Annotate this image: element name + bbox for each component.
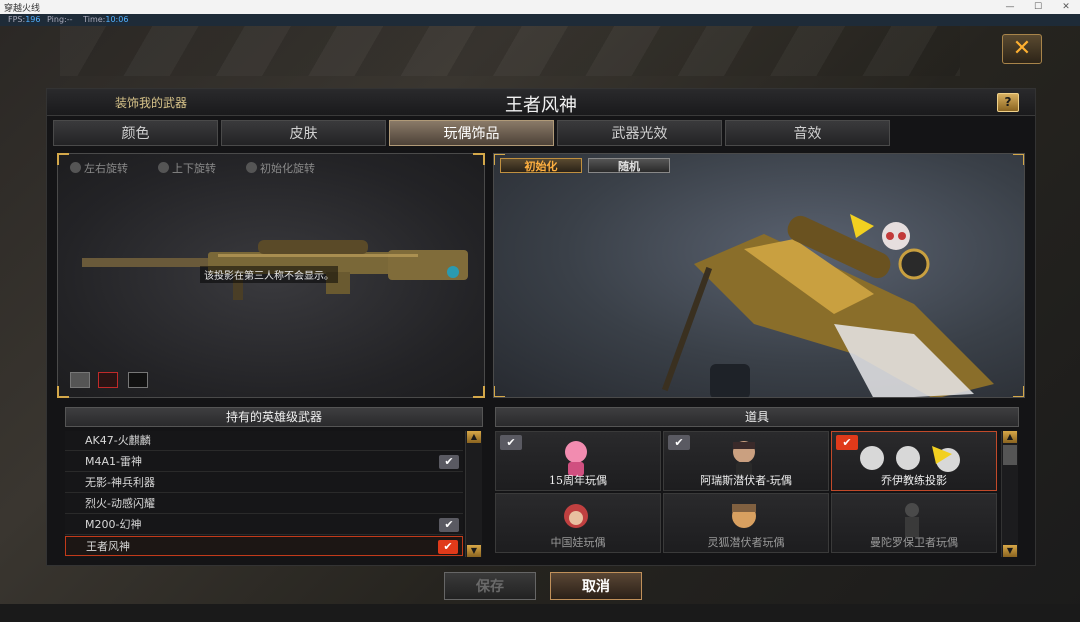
tab-sound[interactable]: 音效 xyxy=(725,120,890,146)
maximize-icon[interactable]: ☐ xyxy=(1024,0,1052,14)
tab-bar: 颜色 皮肤 玩偶饰品 武器光效 音效 xyxy=(53,120,893,146)
window-title: 穿越火线 xyxy=(4,4,41,14)
weapons-list: AK47-火麒麟 M4A1-雷神 ✔ 无影-神兵利器 烈火-动感闪耀 M200-幻… xyxy=(65,431,463,557)
prop-item[interactable]: 灵狐潜伏者玩偶 xyxy=(663,493,829,553)
weapon-row[interactable]: AK47-火麒麟 xyxy=(65,431,463,451)
dialog-title: 王者风神 xyxy=(505,95,577,116)
check-icon: ✔ xyxy=(439,455,459,469)
tab-color[interactable]: 颜色 xyxy=(53,120,218,146)
help-button[interactable]: ? xyxy=(997,93,1019,112)
props-list-header: 道具 xyxy=(495,407,1019,427)
prop-item[interactable]: ✔ 15周年玩偶 xyxy=(495,431,661,491)
cancel-button[interactable]: 取消 xyxy=(550,572,642,600)
prop-item[interactable]: ✔ 阿瑞斯潜伏者-玩偶 xyxy=(663,431,829,491)
dialog-close-button[interactable]: ✕ xyxy=(1002,34,1042,64)
props-scrollbar[interactable]: ▲ ▼ xyxy=(1001,431,1018,557)
prop-item[interactable]: 中国娃玩偶 xyxy=(495,493,661,553)
weapon-row[interactable]: M4A1-雷神 ✔ xyxy=(65,452,463,472)
weapon-row[interactable]: 烈火-动感闪耀 xyxy=(65,494,463,514)
weapons-list-header: 持有的英雄级武器 xyxy=(65,407,483,427)
time-value: 10:06 xyxy=(105,15,129,24)
weapon-decoration-dialog: 装饰我的武器 王者风神 ? 颜色 皮肤 玩偶饰品 武器光效 音效 左右旋转 上下… xyxy=(46,88,1036,566)
minimize-icon[interactable]: — xyxy=(996,0,1024,14)
time-label: Time: xyxy=(83,15,106,24)
prop-item-selected[interactable]: ✔ 乔伊教练投影 xyxy=(831,431,997,491)
ping-label: Ping:-- xyxy=(47,15,73,24)
doll-icon xyxy=(732,504,756,528)
weapon-row-selected[interactable]: 王者风神 ✔ xyxy=(65,536,463,556)
doll-icon xyxy=(564,504,588,528)
swatch-black[interactable] xyxy=(128,372,148,388)
props-grid: ✔ 15周年玩偶 ✔ 阿瑞斯潜伏者-玩偶 ✔ 乔伊教练投影 中国娃玩偶 灵狐潜伏… xyxy=(495,431,1023,557)
stats-bar: FPS:196 Ping:-- Time:10:06 xyxy=(0,14,1080,26)
save-button[interactable]: 保存 xyxy=(444,572,536,600)
scroll-down-icon[interactable]: ▼ xyxy=(467,545,481,557)
tab-doll-accessory[interactable]: 玩偶饰品 xyxy=(389,120,554,146)
doll-icon xyxy=(905,503,919,537)
tab-weapon-glow[interactable]: 武器光效 xyxy=(557,120,722,146)
doll-icon xyxy=(733,441,755,476)
weapon-row[interactable]: M200-幻神 ✔ xyxy=(65,515,463,535)
window-close-icon[interactable]: ✕ xyxy=(1052,0,1080,14)
fps-value: 196 xyxy=(25,15,41,24)
check-icon: ✔ xyxy=(500,435,522,450)
check-icon: ✔ xyxy=(668,435,690,450)
doll-icon xyxy=(565,441,587,476)
game-bottom-strip xyxy=(0,604,1080,622)
weapon-row[interactable]: 无影-神兵利器 xyxy=(65,473,463,493)
weapons-scrollbar[interactable]: ▲ ▼ xyxy=(465,431,482,557)
check-icon: ✔ xyxy=(439,518,459,532)
tab-skin[interactable]: 皮肤 xyxy=(221,120,386,146)
scroll-down-icon[interactable]: ▼ xyxy=(1003,545,1017,557)
weapon-view-panel[interactable]: 左右旋转 上下旋转 初始化旋转 该投影在第三人称不会显示。 xyxy=(57,153,485,398)
prop-item[interactable]: 曼陀罗保卫者玩偶 xyxy=(831,493,997,553)
projection-tooltip: 该投影在第三人称不会显示。 xyxy=(200,266,338,283)
scroll-thumb[interactable] xyxy=(1003,445,1017,465)
fps-label: FPS: xyxy=(8,15,26,24)
scroll-up-icon[interactable]: ▲ xyxy=(1003,431,1017,443)
coach-projection-icon xyxy=(860,446,960,472)
weapon-preview-render xyxy=(661,214,994,397)
swatch-dark-red[interactable] xyxy=(98,372,118,388)
dialog-header: 装饰我的武器 王者风神 ? xyxy=(47,89,1035,116)
check-icon: ✔ xyxy=(438,540,458,554)
preview-panel[interactable]: 初始化 随机 xyxy=(493,153,1025,398)
scroll-up-icon[interactable]: ▲ xyxy=(467,431,481,443)
window-titlebar: 穿越火线 — ☐ ✕ xyxy=(0,0,1080,15)
swatch-gray[interactable] xyxy=(70,372,90,388)
